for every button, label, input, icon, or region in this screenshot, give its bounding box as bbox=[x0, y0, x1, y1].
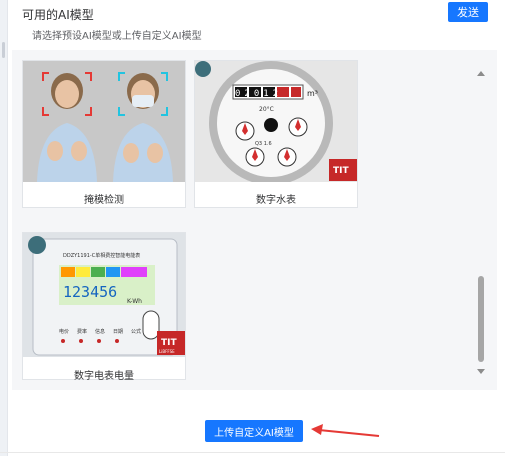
water-meter-unit: m³ bbox=[307, 89, 318, 98]
mask-detection-image bbox=[23, 61, 185, 182]
model-card-label: 掩模检测 bbox=[84, 195, 124, 206]
model-card-mask-detection[interactable]: 掩模检测 bbox=[22, 60, 186, 208]
water-meter-digits: 02012 bbox=[235, 89, 282, 99]
license-watermark: LiBFFSE bbox=[159, 349, 175, 354]
resize-grip-icon bbox=[2, 42, 5, 58]
model-grid: 掩模检测 02012 m³ 20°C Q3 1.6 TIT 数字水表 DDZY1… bbox=[22, 60, 472, 390]
electric-meter-reading: 123456 bbox=[63, 283, 117, 301]
water-meter-image: 02012 m³ 20°C Q3 1.6 TIT bbox=[195, 61, 357, 182]
model-card-label: 数字水表 bbox=[256, 195, 296, 206]
scroll-down-arrow-icon[interactable] bbox=[477, 369, 485, 374]
electric-meter-key: 电价 bbox=[59, 328, 69, 335]
electric-meter-title: DDZY1191-C单相费控智能电能表 bbox=[63, 252, 140, 259]
send-button[interactable]: 发送 bbox=[448, 2, 488, 22]
electric-meter-key: 日期 bbox=[113, 329, 123, 335]
left-resize-strip[interactable] bbox=[0, 0, 8, 456]
upload-custom-model-button[interactable]: 上传自定义AI模型 bbox=[205, 420, 303, 442]
svg-text:TIT: TIT bbox=[161, 338, 177, 348]
scroll-thumb[interactable] bbox=[478, 276, 484, 362]
model-card-label: 数字电表电量 bbox=[74, 371, 134, 382]
section-title: 可用的AI模型 bbox=[22, 8, 94, 22]
model-list-scrollbar[interactable] bbox=[474, 66, 488, 380]
scroll-up-arrow-icon[interactable] bbox=[477, 71, 485, 76]
electric-meter-image: DDZY1191-C单相费控智能电能表 123456 K-Wh 电价 费率 信息… bbox=[23, 233, 185, 357]
section-subtitle: 请选择预设AI模型或上传自定义AI模型 bbox=[32, 31, 202, 42]
svg-text:TIT: TIT bbox=[333, 166, 349, 176]
model-card-electric-meter[interactable]: DDZY1191-C单相费控智能电能表 123456 K-Wh 电价 费率 信息… bbox=[22, 232, 186, 382]
electric-meter-key: 费率 bbox=[77, 328, 87, 335]
electric-meter-key: 公式 bbox=[131, 328, 141, 335]
water-meter-temp: 20°C bbox=[259, 106, 274, 113]
electric-meter-key: 信息 bbox=[95, 328, 105, 335]
water-meter-class: Q3 1.6 bbox=[255, 141, 272, 147]
bottom-divider bbox=[0, 452, 505, 453]
ai-model-dialog: 可用的AI模型 请选择预设AI模型或上传自定义AI模型 发送 掩模检测 0201… bbox=[0, 0, 505, 456]
electric-meter-unit: K-Wh bbox=[127, 298, 142, 305]
annotation-arrow-icon bbox=[311, 424, 380, 437]
model-card-water-meter[interactable]: 02012 m³ 20°C Q3 1.6 TIT 数字水表 bbox=[194, 60, 358, 208]
